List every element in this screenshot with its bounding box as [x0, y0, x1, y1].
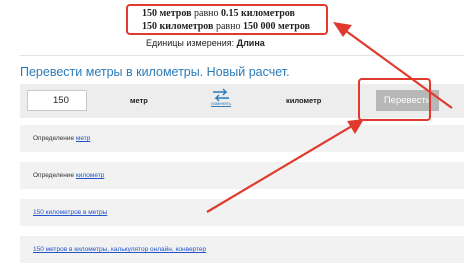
m-to-km-calculator-link[interactable]: 150 метров в километры, калькулятор онла… [33, 246, 206, 253]
result-line-1-value: 0.15 километров [221, 8, 295, 19]
kilometer-definition-link[interactable]: километр [76, 172, 104, 179]
swap-icon [213, 88, 229, 102]
divider [20, 55, 464, 56]
conversion-result-box: 150 метров равно 0.15 километров 150 кил… [126, 4, 328, 35]
km-to-m-link[interactable]: 150 километров в метры [33, 209, 107, 216]
swap-label: поменять [211, 101, 231, 106]
units-label: Единицы измерения: [146, 38, 235, 48]
result-line-2-value: 150 000 метров [242, 21, 310, 32]
result-line-1: 150 метров равно 0.15 километров [142, 7, 326, 20]
units-line: Единицы измерения: Длина [146, 38, 265, 48]
button-highlight-frame [358, 78, 431, 121]
definition-prefix: Определение [33, 172, 76, 179]
definition-kilometer-panel: Определение километр [20, 162, 464, 189]
result-line-1-prefix: 150 метров [142, 8, 192, 19]
page-heading: Перевести метры в километры. Новый расче… [20, 65, 290, 79]
meter-definition-link[interactable]: метр [76, 135, 90, 142]
km-to-m-panel: 150 километров в метры [20, 199, 464, 226]
from-unit-label: метр [130, 96, 148, 105]
units-value: Длина [236, 38, 265, 48]
result-line-2-prefix: 150 километров [142, 21, 214, 32]
m-to-km-panel: 150 метров в километры, калькулятор онла… [20, 236, 464, 263]
result-line-1-mid: равно [191, 8, 222, 19]
swap-units-button[interactable]: поменять [208, 88, 234, 114]
result-line-2: 150 километров равно 150 000 метров [142, 20, 326, 33]
definition-meter-panel: Определение метр [20, 125, 464, 152]
value-input[interactable] [27, 90, 87, 111]
definition-prefix: Определение [33, 135, 76, 142]
to-unit-label: километр [286, 96, 322, 105]
result-line-2-mid: равно [213, 21, 243, 32]
